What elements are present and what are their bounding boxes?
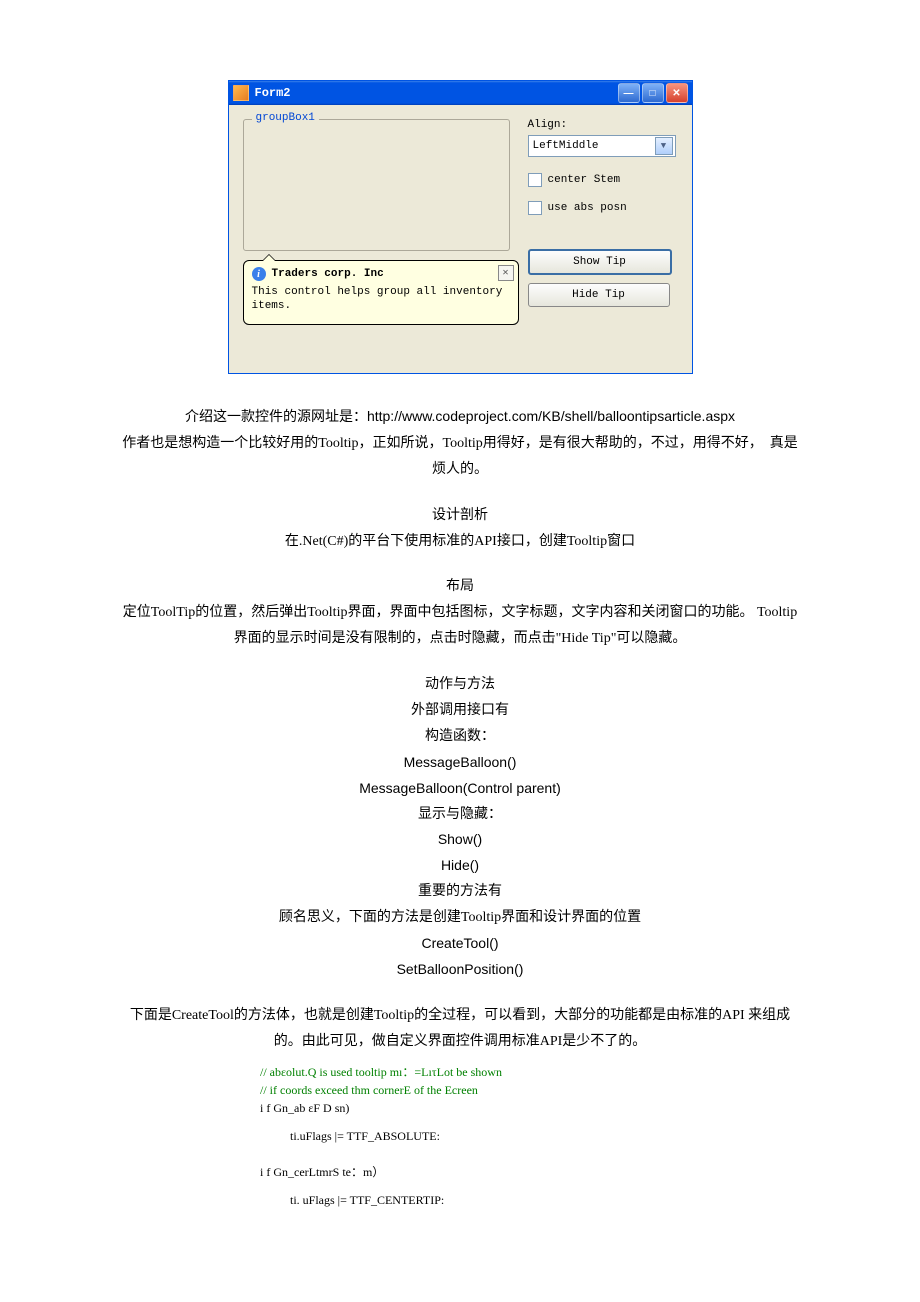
code-line: ti. uFlags |= TTF_CENTERTIP: (260, 1191, 660, 1209)
form-screenshot: Form2 — □ ✕ groupBox1 ✕ i Traders corp. … (120, 80, 800, 374)
use-abs-checkbox[interactable]: use abs posn (528, 201, 678, 215)
code: Show() (120, 827, 800, 853)
close-button[interactable]: ✕ (666, 83, 688, 103)
groupbox: groupBox1 (243, 119, 510, 251)
text: 构造函数： (120, 724, 800, 750)
code: CreateTool() (120, 931, 800, 957)
text: 外部调用接口有 (120, 698, 800, 724)
text: 作者也是想构造一个比较好用的Tooltip，正如所说，Tooltip用得好，是有… (120, 431, 800, 483)
code: SetBalloonPosition() (120, 957, 800, 983)
titlebar: Form2 — □ ✕ (229, 81, 692, 105)
center-stem-checkbox[interactable]: center Stem (528, 173, 678, 187)
balloon-close-button[interactable]: ✕ (498, 265, 514, 281)
chevron-down-icon: ▼ (655, 137, 673, 155)
text: 介绍这一款控件的源网址是：http://www.codeproject.com/… (120, 404, 800, 431)
text: 显示与隐藏： (120, 802, 800, 828)
code-comment: // if coords exceed thm cornerE of the E… (260, 1081, 660, 1099)
text: 顾名思义，下面的方法是创建Tooltip界面和设计界面的位置 (120, 905, 800, 931)
checkbox-icon (528, 201, 542, 215)
hide-tip-button[interactable]: Hide Tip (528, 283, 670, 307)
text: 下面是CreateTool的方法体，也就是创建Tooltip的全过程，可以看到，… (120, 1003, 800, 1055)
form-title: Form2 (255, 86, 618, 100)
heading: 设计剖析 (120, 503, 800, 529)
form-window: Form2 — □ ✕ groupBox1 ✕ i Traders corp. … (228, 80, 693, 374)
info-icon: i (252, 267, 266, 281)
text: 定位ToolTip的位置，然后弹出Tooltip界面，界面中包括图标，文字标题，… (120, 600, 800, 652)
code-line: ti.uFlags |= TTF_ABSOLUTE: (260, 1127, 660, 1145)
heading: 动作与方法 (120, 672, 800, 698)
balloon-title: Traders corp. Inc (272, 268, 384, 280)
code: MessageBalloon(Control parent) (120, 776, 800, 802)
heading: 布局 (120, 574, 800, 600)
center-stem-label: center Stem (548, 174, 621, 186)
article-body: 介绍这一款控件的源网址是：http://www.codeproject.com/… (120, 404, 800, 1209)
align-label: Align: (528, 119, 678, 131)
maximize-button[interactable]: □ (642, 83, 664, 103)
code: Hide() (120, 853, 800, 879)
balloon-tooltip: ✕ i Traders corp. Inc This control helps… (243, 260, 519, 325)
minimize-button[interactable]: — (618, 83, 640, 103)
checkbox-icon (528, 173, 542, 187)
text: 重要的方法有 (120, 879, 800, 905)
code: MessageBalloon() (120, 750, 800, 776)
align-value: LeftMiddle (533, 140, 599, 152)
use-abs-label: use abs posn (548, 202, 627, 214)
text: 在.Net(C#)的平台下使用标准的API接口，创建Tooltip窗口 (120, 529, 800, 555)
form-icon (233, 85, 249, 101)
code-comment: // abεolut.Q is used tooltip mı：=LıτLot … (260, 1063, 660, 1081)
align-combobox[interactable]: LeftMiddle ▼ (528, 135, 676, 157)
groupbox-title: groupBox1 (252, 112, 319, 124)
show-tip-button[interactable]: Show Tip (528, 249, 672, 275)
code-line: i f Gn_cerLtmrS te：m） (260, 1163, 660, 1181)
balloon-body: This control helps group all inventory i… (252, 285, 510, 314)
code-line: i f Gn_ab εF D sn) (260, 1099, 660, 1117)
code-snippet: // abεolut.Q is used tooltip mı：=LıτLot … (260, 1063, 660, 1209)
